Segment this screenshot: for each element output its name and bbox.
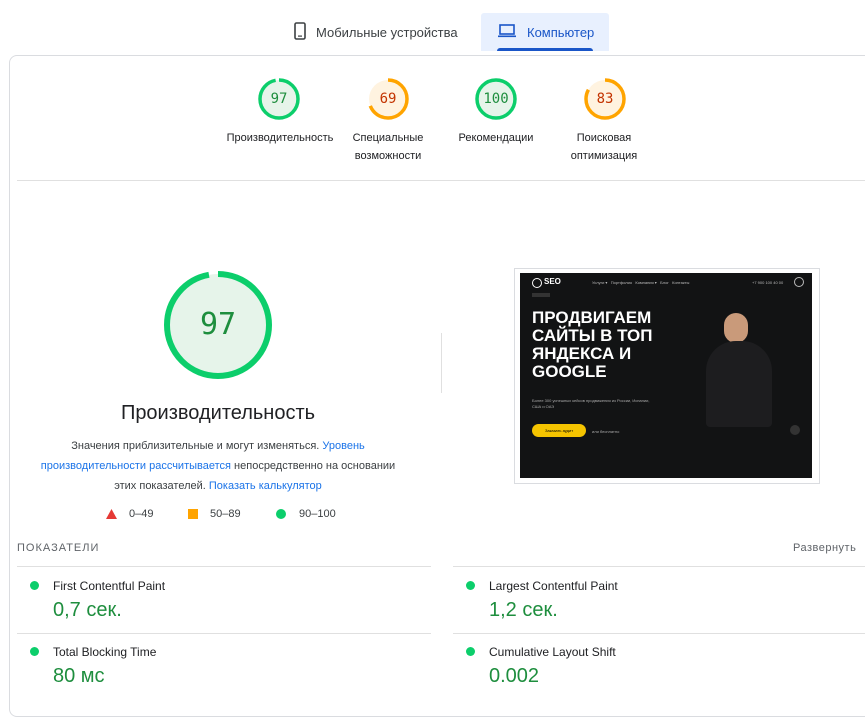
performance-gauge: 97 bbox=[162, 269, 274, 381]
legend-fail: 0–49 bbox=[106, 508, 153, 520]
site-headline-line-1: ПРОДВИГАЕМ bbox=[532, 308, 652, 327]
metric-lcp-name: Largest Contentful Paint bbox=[489, 579, 618, 593]
category-score: 83 bbox=[596, 91, 614, 107]
person-head bbox=[724, 313, 748, 343]
legend-average: 50–89 bbox=[188, 508, 241, 520]
category-label-line: Поисковая bbox=[576, 132, 632, 144]
metric-cls-value: 0.002 bbox=[489, 665, 540, 687]
performance-title: Производительность bbox=[120, 402, 316, 424]
final-screenshot[interactable]: SEO Услуги ▾ Портфолио Компания ▾ Блог К… bbox=[514, 268, 820, 484]
phone-icon bbox=[294, 21, 306, 43]
category-gauge[interactable]: 69 bbox=[366, 77, 410, 121]
category-score: 97 bbox=[270, 91, 288, 107]
category-label-line: Производительность bbox=[226, 132, 334, 144]
site-headline-line-4: GOOGLE bbox=[532, 362, 607, 381]
metric-fcp-name: First Contentful Paint bbox=[53, 579, 166, 593]
category-label-line: возможности bbox=[354, 150, 422, 162]
metrics-header: ПОКАЗАТЕЛИ bbox=[17, 542, 100, 554]
category-label: Специальные возможности bbox=[328, 129, 448, 165]
site-phone: +7 900 100 40 00 bbox=[752, 280, 784, 285]
triangle-icon bbox=[106, 509, 117, 519]
square-icon bbox=[188, 509, 198, 519]
circle-icon bbox=[276, 509, 286, 519]
screenshot-page: SEO Услуги ▾ Портфолио Компания ▾ Блог К… bbox=[520, 273, 812, 478]
category-label-line: Рекомендации bbox=[458, 132, 534, 144]
laptop-icon bbox=[497, 23, 517, 41]
show-calculator-link[interactable]: Показать калькулятор bbox=[209, 480, 322, 492]
site-cta: Заказать аудит bbox=[532, 424, 586, 437]
metric-fcp-value: 0,7 сек. bbox=[53, 599, 122, 621]
site-menu-icon bbox=[794, 277, 804, 287]
site-plus-icon bbox=[790, 425, 800, 435]
section-divider bbox=[17, 180, 865, 181]
metric-lcp-value: 1,2 сек. bbox=[489, 599, 558, 621]
metric-status-dot bbox=[466, 581, 475, 590]
site-logo-icon bbox=[532, 278, 542, 288]
legend-pass: 90–100 bbox=[276, 508, 336, 520]
legend-fail-range: 0–49 bbox=[129, 508, 154, 520]
metric-tbt-name: Total Blocking Time bbox=[53, 645, 157, 659]
site-tag bbox=[532, 293, 550, 297]
vertical-divider bbox=[441, 333, 442, 393]
category-gauge[interactable]: 97 bbox=[257, 77, 301, 121]
desc-text-1: Значения приблизительные и могут изменят… bbox=[71, 440, 320, 452]
category-label: Производительность bbox=[220, 129, 340, 147]
metric-status-dot bbox=[466, 647, 475, 656]
category-label: Рекомендации bbox=[436, 129, 556, 147]
category-label-line: оптимизация bbox=[570, 150, 638, 162]
tab-mobile-label: Мобильные устройства bbox=[316, 24, 458, 40]
category-score: 100 bbox=[483, 91, 509, 107]
category-gauge[interactable]: 83 bbox=[583, 77, 627, 121]
tab-desktop[interactable]: Компьютер bbox=[481, 13, 609, 51]
metric-status-dot bbox=[30, 581, 39, 590]
category-label: Поисковая оптимизация bbox=[544, 129, 664, 165]
metric-divider-right bbox=[453, 633, 865, 634]
metric-divider-right bbox=[453, 566, 865, 567]
metric-divider-left bbox=[17, 566, 431, 567]
legend-pass-range: 90–100 bbox=[299, 508, 336, 520]
metric-status-dot bbox=[30, 647, 39, 656]
tab-desktop-label: Компьютер bbox=[527, 24, 595, 40]
metric-tbt-value: 80 мс bbox=[53, 665, 105, 687]
site-nav: Услуги ▾ Портфолио Компания ▾ Блог Конта… bbox=[592, 280, 690, 285]
category-gauge[interactable]: 100 bbox=[474, 77, 518, 121]
expand-toggle[interactable]: Развернуть bbox=[793, 542, 856, 554]
site-headline-line-3: ЯНДЕКСА И bbox=[532, 344, 632, 363]
performance-score: 97 bbox=[199, 307, 237, 342]
site-headline-line-2: САЙТЫ В ТОП bbox=[532, 326, 653, 345]
category-label-line: Специальные bbox=[352, 132, 424, 144]
category-score: 69 bbox=[379, 91, 397, 107]
site-subtitle: Более 300 успешных кейсов продвижения из… bbox=[532, 398, 650, 409]
metric-divider-left bbox=[17, 633, 431, 634]
site-logo: SEO bbox=[544, 277, 561, 286]
legend-average-range: 50–89 bbox=[210, 508, 241, 520]
site-headline: ПРОДВИГАЕМ САЙТЫ В ТОП ЯНДЕКСА И GOOGLE bbox=[532, 309, 653, 381]
person-body bbox=[706, 341, 772, 427]
site-cta2: или бесплатно bbox=[592, 429, 620, 434]
performance-description: Значения приблизительные и могут изменят… bbox=[34, 436, 402, 496]
tab-mobile[interactable]: Мобильные устройства bbox=[288, 13, 474, 51]
metric-cls-name: Cumulative Layout Shift bbox=[489, 645, 616, 659]
